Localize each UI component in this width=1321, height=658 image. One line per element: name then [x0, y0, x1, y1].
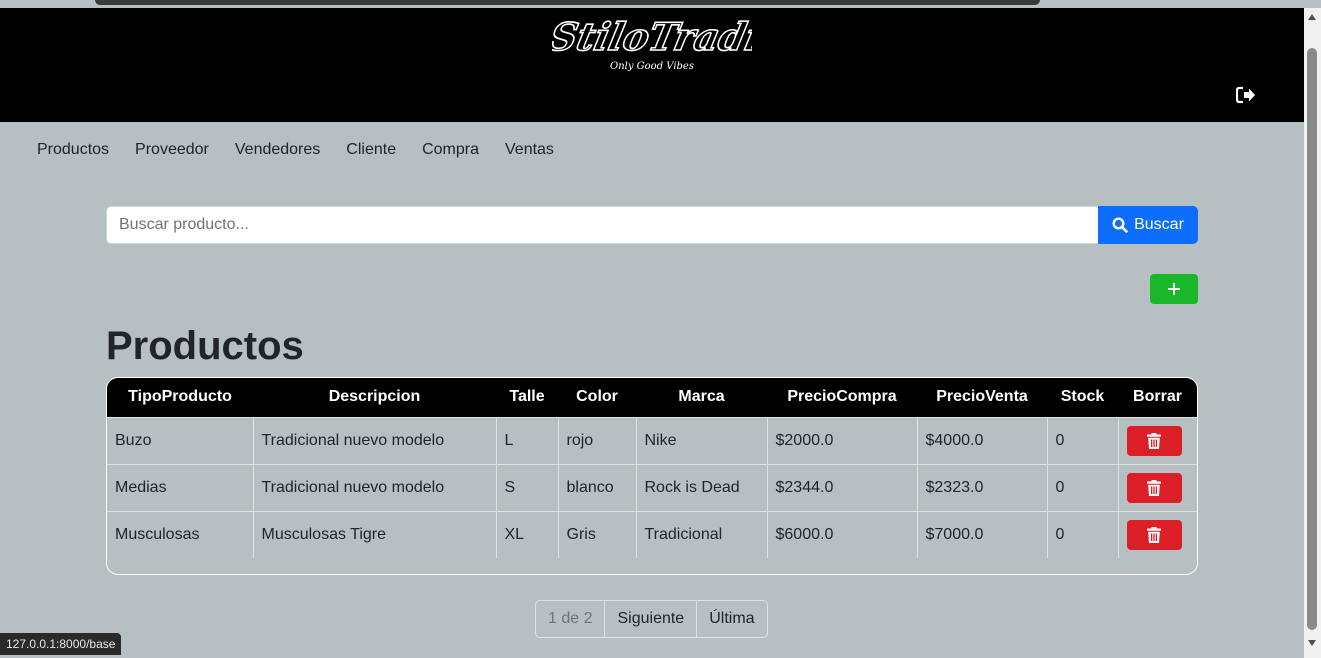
products-table: TipoProducto Descripcion Talle Color Mar… [107, 378, 1197, 558]
cell-color: rojo [558, 416, 637, 464]
cell-precio-compra: $2344.0 [767, 463, 918, 511]
column-header: Marca [636, 378, 767, 417]
table-row: Medias Tradicional nuevo modelo S blanco… [107, 463, 1197, 511]
column-header: PrecioCompra [767, 378, 917, 417]
cell-precio-compra: $6000.0 [767, 510, 918, 558]
cell-descripcion: Tradicional nuevo modelo [253, 463, 497, 511]
column-header: PrecioVenta [917, 378, 1047, 417]
search-input[interactable] [106, 206, 1098, 244]
delete-button[interactable] [1126, 425, 1182, 456]
cell-precio-compra: $2000.0 [767, 416, 918, 464]
column-header: Descripcion [253, 378, 496, 417]
column-header: Color [558, 378, 636, 417]
scroll-up-arrow-icon[interactable] [1308, 14, 1316, 20]
cell-marca: Nike [636, 416, 768, 464]
column-header: Stock [1047, 378, 1118, 417]
cell-tipo-producto: Musculosas [107, 510, 254, 558]
delete-button[interactable] [1126, 472, 1182, 503]
search-icon [1112, 217, 1128, 233]
table-row: Musculosas Musculosas Tigre XL Gris Trad… [107, 510, 1197, 558]
nav-item-ventas[interactable]: Ventas [492, 138, 567, 162]
page-scrollbar[interactable] [1304, 8, 1321, 658]
cell-talle: XL [496, 510, 559, 558]
pagination-current: 1 de 2 [535, 600, 606, 638]
delete-button[interactable] [1126, 519, 1182, 550]
site-header: StiloTradi Only Good Vibes [0, 8, 1304, 122]
cell-talle: L [496, 416, 559, 464]
cell-tipo-producto: Buzo [107, 416, 254, 464]
browser-tab-bar [95, 0, 1040, 5]
main-nav: Productos Proveedor Vendedores Cliente C… [24, 138, 567, 162]
column-header: Talle [496, 378, 558, 417]
cell-borrar [1118, 510, 1197, 558]
cell-stock: 0 [1047, 463, 1119, 511]
nav-item-cliente[interactable]: Cliente [333, 138, 409, 162]
cell-stock: 0 [1047, 416, 1119, 464]
status-url-tooltip: 127.0.0.1:8000/base [0, 633, 122, 655]
nav-item-productos[interactable]: Productos [24, 138, 122, 162]
page-title: Productos [106, 324, 304, 368]
nav-item-proveedor[interactable]: Proveedor [122, 138, 222, 162]
cell-color: blanco [558, 463, 637, 511]
cell-marca: Tradicional [636, 510, 768, 558]
search-button-label: Buscar [1134, 216, 1184, 233]
cell-precio-venta: $4000.0 [917, 416, 1048, 464]
cell-color: Gris [558, 510, 637, 558]
column-header: Borrar [1118, 378, 1197, 417]
pagination-next[interactable]: Siguiente [605, 600, 698, 638]
scrollbar-thumb[interactable] [1307, 48, 1317, 630]
sign-out-icon[interactable] [1235, 86, 1256, 104]
column-header: TipoProducto [107, 378, 253, 417]
cell-descripcion: Tradicional nuevo modelo [253, 416, 497, 464]
pagination-last[interactable]: Última [697, 600, 768, 638]
cell-borrar [1118, 463, 1197, 511]
trash-icon [1147, 479, 1161, 496]
cell-stock: 0 [1047, 510, 1119, 558]
search-bar: Buscar [106, 206, 1198, 244]
trash-icon [1147, 432, 1161, 449]
table-row: Buzo Tradicional nuevo modelo L rojo Nik… [107, 416, 1197, 464]
scroll-down-arrow-icon[interactable] [1308, 640, 1316, 646]
cell-precio-venta: $7000.0 [917, 510, 1048, 558]
brand-logo[interactable]: StiloTradi Only Good Vibes [544, 14, 765, 74]
add-product-button[interactable] [1150, 274, 1198, 304]
cell-borrar [1118, 416, 1197, 464]
nav-item-vendedores[interactable]: Vendedores [222, 138, 333, 162]
cell-talle: S [496, 463, 559, 511]
trash-icon [1147, 526, 1161, 543]
search-button[interactable]: Buscar [1098, 206, 1198, 244]
cell-precio-venta: $2323.0 [917, 463, 1048, 511]
nav-item-compra[interactable]: Compra [409, 138, 492, 162]
cell-tipo-producto: Medias [107, 463, 254, 511]
svg-text:StiloTradi: StiloTradi [552, 15, 752, 60]
browser-top-strip [0, 0, 1321, 8]
cell-descripcion: Musculosas Tigre [253, 510, 497, 558]
cell-marca: Rock is Dead [636, 463, 768, 511]
plus-icon [1168, 283, 1180, 295]
products-table-container: TipoProducto Descripcion Talle Color Mar… [106, 377, 1198, 575]
svg-text:Only Good Vibes: Only Good Vibes [610, 61, 694, 72]
pagination: 1 de 2 Siguiente Última [535, 600, 768, 638]
table-header-row: TipoProducto Descripcion Talle Color Mar… [107, 378, 1197, 417]
